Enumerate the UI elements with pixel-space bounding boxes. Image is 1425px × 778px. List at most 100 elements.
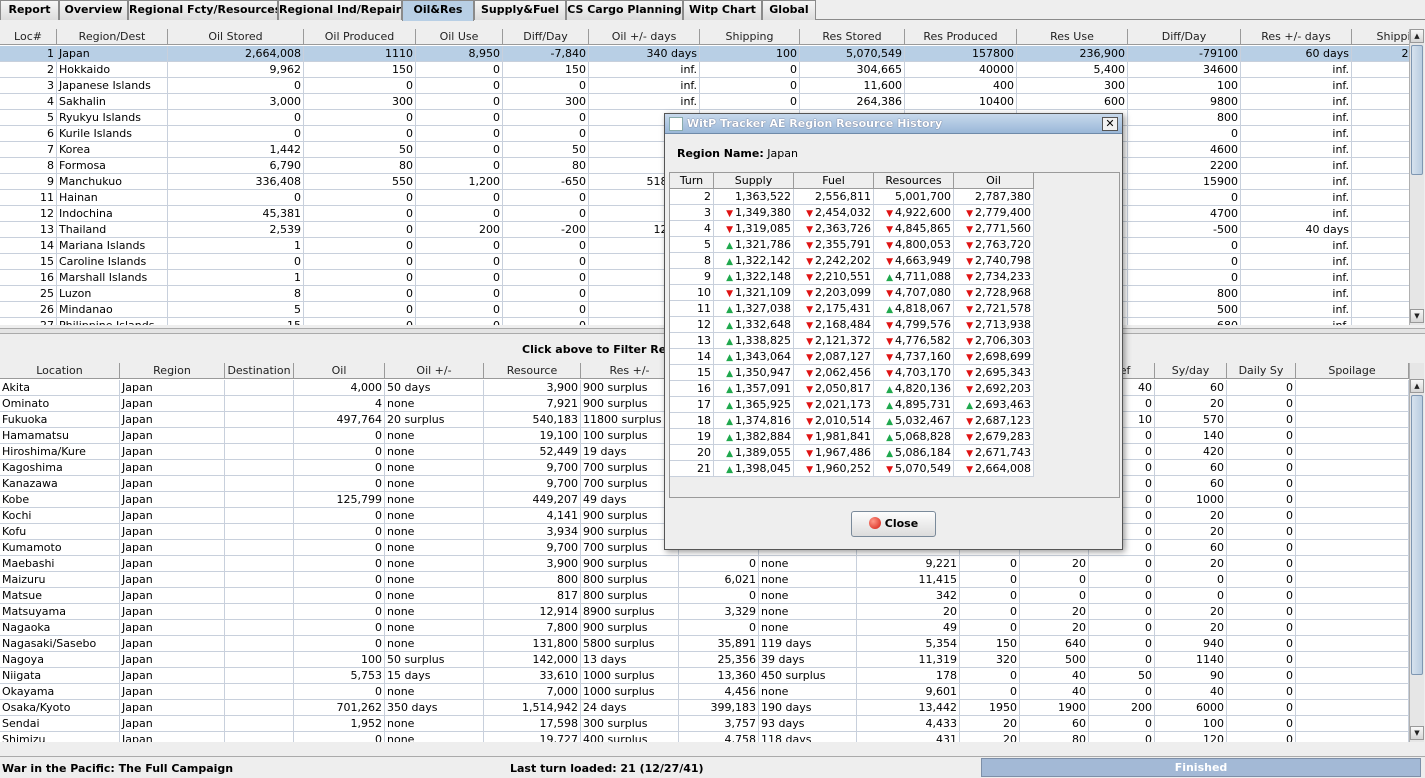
history-column-header[interactable]: Resources [874,173,954,189]
column-header[interactable]: Loc# [0,29,57,45]
history-cell: ▼ 2,021,173 [794,397,874,413]
dialog-title-bar[interactable]: WitP Tracker AE Region Resource History … [665,114,1122,134]
table-cell: Japan [57,46,168,62]
scroll-down-icon[interactable]: ▼ [1410,726,1424,740]
history-value: 2,693,463 [975,398,1031,411]
history-value: 4,776,582 [895,334,951,347]
table-row[interactable]: Nagaoka Japan 0 none 7,800 900 surplus 0 none 49… [0,620,1409,636]
column-header[interactable]: Sy/day [1155,363,1227,379]
column-header[interactable]: Res Stored [800,29,905,45]
table-cell: none [759,604,857,620]
tab-overview[interactable]: Overview [59,0,128,20]
history-cell: ▼ 4,799,576 [874,317,954,333]
column-header[interactable]: Res +/- days [1241,29,1352,45]
scroll-thumb[interactable] [1411,45,1423,175]
table-cell: 1000 surplus [581,684,679,700]
last-turn-label: Last turn loaded: 21 (12/27/41) [510,762,704,775]
tab-witp-chart[interactable]: Witp Chart [683,0,762,20]
arrow-down-icon: ▼ [966,257,974,267]
table-row[interactable]: Osaka/Kyoto Japan 701,262 350 days 1,514,942… [0,700,1409,716]
tab-regional-ind-repair[interactable]: Regional Ind/Repair [278,0,402,20]
column-header[interactable]: Oil Produced [304,29,416,45]
column-header[interactable]: Oil [294,363,385,379]
column-header[interactable]: Res Use [1017,29,1128,45]
column-header[interactable]: Daily Sy [1227,363,1296,379]
scroll-up-icon[interactable]: ▲ [1410,29,1424,43]
table-row[interactable]: 3 Japanese Islands 0 0 0 0 inf. 0 11,600 400 300 10… [0,78,1409,94]
scroll-thumb[interactable] [1411,395,1423,675]
table-row[interactable]: Matsue Japan 0 none 817 800 surplus 0 none 342 0 0… [0,588,1409,604]
table-cell: 0 [679,588,759,604]
table-cell: 0 [503,126,589,142]
table-cell: 1,514,942 [484,700,581,716]
column-header[interactable]: Region [120,363,225,379]
history-cell: ▲ 1,357,091 [714,381,794,397]
column-header[interactable]: Shipping [700,29,800,45]
table-row[interactable]: Niigata Japan 5,753 15 days 33,610 1000 surpl… [0,668,1409,684]
arrow-down-icon: ▼ [806,225,814,235]
tab-supply-fuel[interactable]: Supply&Fuel [474,0,566,20]
column-header[interactable]: Region/Dest [57,29,168,45]
table-cell: 0 [1227,396,1296,412]
history-value: 2,771,560 [975,222,1031,235]
tab-global[interactable]: Global [762,0,816,20]
column-header[interactable]: Oil Use [416,29,503,45]
table-row[interactable]: Shimizu Japan 0 none 19,727 400 surplus 4,758 1… [0,732,1409,742]
column-header[interactable]: Oil +/- days [589,29,700,45]
column-header[interactable]: Spoilage [1296,363,1409,379]
tab-regional-fcty-resources[interactable]: Regional Fcty/Resources [128,0,278,20]
table-cell: 0 [416,142,503,158]
column-header[interactable]: Location [0,363,120,379]
table-cell: 1140 [1155,652,1227,668]
tab-cs-cargo-planning[interactable]: CS Cargo Planning [566,0,683,20]
column-header[interactable]: Oil +/- [385,363,484,379]
table-row[interactable]: Okayama Japan 0 none 7,000 1000 surplus 4,456 n… [0,684,1409,700]
column-header[interactable]: Destination [225,363,294,379]
scroll-up-icon[interactable]: ▲ [1410,379,1424,393]
arrow-up-icon: ▲ [726,353,734,363]
table-cell: none [385,572,484,588]
table-cell: 0 [304,222,416,238]
history-column-header[interactable]: Turn [670,173,714,189]
table-row[interactable]: Maebashi Japan 0 none 3,900 900 surplus 0 none 9… [0,556,1409,572]
history-value: 2,671,743 [975,446,1031,459]
column-header[interactable]: Diff/Day [503,29,589,45]
history-cell: ▼ 2,203,099 [794,285,874,301]
table-cell: 0 [304,270,416,286]
table-row[interactable]: Nagasaki/Sasebo Japan 0 none 131,800 5800 sur… [0,636,1409,652]
table-cell: 0 [700,62,800,78]
close-icon[interactable]: ✕ [1102,117,1118,131]
table-row[interactable]: Matsuyama Japan 0 none 12,914 8900 surplus 3,3… [0,604,1409,620]
tab-oil-res[interactable]: Oil&Res [402,0,474,21]
history-cell: ▼ 1,349,380 [714,205,794,221]
history-column-header[interactable]: Supply [714,173,794,189]
table-cell: 0 [416,190,503,206]
column-header[interactable]: Res Produced [905,29,1017,45]
column-header[interactable]: Oil Stored [168,29,304,45]
arrow-down-icon: ▼ [886,225,894,235]
table-row[interactable]: Nagoya Japan 100 50 surplus 142,000 13 days 25… [0,652,1409,668]
table-row[interactable]: Maizuru Japan 0 none 800 800 surplus 6,021 none… [0,572,1409,588]
close-button[interactable]: Close [851,511,936,537]
table-cell: 7 [0,142,57,158]
table-cell: 15 [0,254,57,270]
location-table-scrollbar[interactable]: ▲ ▼ [1409,363,1424,742]
table-row[interactable]: 2 Hokkaido 9,962 150 0 150 inf. 0 304,665 40000 5,… [0,62,1409,78]
history-value: 2,713,938 [975,318,1031,331]
scroll-down-icon[interactable]: ▼ [1410,309,1424,323]
column-header[interactable]: Resource [484,363,581,379]
history-value: 1,382,884 [735,430,791,443]
history-column-header[interactable]: Oil [954,173,1034,189]
history-column-header[interactable]: Fuel [794,173,874,189]
table-cell [225,508,294,524]
column-header[interactable]: Diff/Day [1128,29,1241,45]
table-row[interactable]: 4 Sakhalin 3,000 300 0 300 inf. 0 264,386 10400 60… [0,94,1409,110]
tab-report[interactable]: Report [0,0,59,20]
table-cell: 33,610 [484,668,581,684]
history-cell: 2,787,380 [954,189,1034,205]
table-row[interactable]: 1 Japan 2,664,008 1110 8,950 -7,840 340 days 10… [0,46,1409,62]
table-row[interactable]: Sendai Japan 1,952 none 17,598 300 surplus 3,7… [0,716,1409,732]
region-table-scrollbar[interactable]: ▲ ▼ [1409,29,1424,325]
history-value: 4,737,160 [895,350,951,363]
column-header[interactable]: Shipping [1352,29,1410,45]
